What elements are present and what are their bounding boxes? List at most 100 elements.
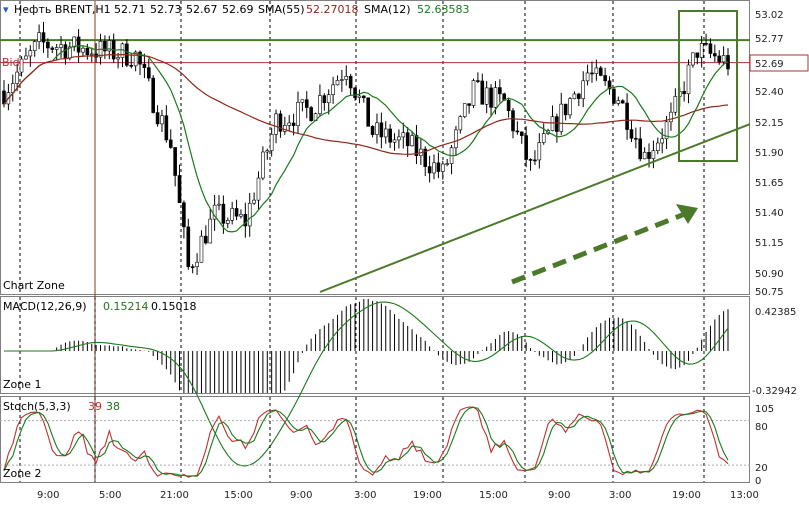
candle-body bbox=[186, 226, 191, 267]
stoch-tick: 105 bbox=[755, 404, 774, 415]
candle-body bbox=[695, 52, 700, 58]
candle-body bbox=[467, 103, 471, 106]
candle-body bbox=[427, 166, 432, 174]
candle-body bbox=[304, 99, 309, 108]
chart-canvas[interactable]: ▾ Нефть BRENT,H1 52.71 52.73 52.67 52.69… bbox=[0, 0, 809, 511]
candle-body bbox=[28, 50, 33, 57]
candle-body bbox=[717, 55, 722, 63]
candle-body bbox=[533, 159, 537, 162]
candle-body bbox=[458, 116, 463, 131]
candle-body bbox=[256, 177, 261, 201]
candle-body bbox=[24, 55, 28, 60]
candle-body bbox=[362, 95, 366, 99]
candle-body bbox=[190, 266, 195, 268]
stoch-d-value: 38 bbox=[106, 400, 120, 413]
candle-body bbox=[239, 214, 243, 217]
candle-body bbox=[392, 139, 397, 143]
candle-body bbox=[625, 102, 629, 130]
candle-body bbox=[221, 203, 226, 224]
candle-body bbox=[225, 220, 230, 224]
candle-body bbox=[673, 96, 678, 113]
candle-body bbox=[230, 208, 234, 221]
candle-body bbox=[462, 103, 467, 117]
candle-body bbox=[322, 95, 327, 104]
candle-body bbox=[177, 175, 182, 203]
candle-body bbox=[713, 53, 717, 57]
y-tick: 52.15 bbox=[755, 118, 784, 129]
candle-body bbox=[318, 95, 322, 115]
x-tick: 3:00 bbox=[609, 490, 631, 501]
candle-body bbox=[476, 80, 480, 82]
x-tick: 21:00 bbox=[160, 490, 189, 501]
stoch-title: Stoch(5,3,3) bbox=[3, 400, 71, 413]
candle-body bbox=[375, 122, 379, 135]
stoch-tick: 0 bbox=[755, 476, 761, 487]
candle-body bbox=[454, 129, 458, 149]
candle-body bbox=[234, 208, 239, 217]
zone2-label: Zone 2 bbox=[3, 467, 42, 480]
x-tick: 9:00 bbox=[290, 490, 312, 501]
candle-body bbox=[572, 93, 577, 100]
candle-body bbox=[204, 235, 208, 244]
header-symbol: Нефть BRENT,H1 bbox=[14, 3, 111, 16]
candle-body bbox=[647, 151, 651, 159]
candle-body bbox=[541, 133, 546, 143]
header-low: 52.67 bbox=[186, 3, 218, 16]
candle-body bbox=[265, 150, 270, 153]
x-tick: 13:00 bbox=[730, 490, 759, 501]
candle-body bbox=[340, 79, 344, 81]
candle-body bbox=[480, 80, 485, 105]
candle-body bbox=[603, 75, 607, 82]
candle-body bbox=[10, 83, 15, 93]
candle-body bbox=[41, 32, 46, 43]
candle-body bbox=[493, 87, 498, 108]
candle-body bbox=[168, 139, 173, 148]
stoch-tick: 20 bbox=[755, 463, 768, 474]
candle-body bbox=[353, 87, 357, 98]
y-tick: 51.90 bbox=[755, 148, 784, 159]
header-close: 52.69 bbox=[222, 3, 254, 16]
candle-body bbox=[620, 100, 625, 104]
candle-body bbox=[401, 132, 406, 138]
candle-body bbox=[261, 151, 265, 179]
y-tick: 50.75 bbox=[755, 287, 784, 298]
candle-body bbox=[651, 150, 656, 159]
stoch-k-value: 39 bbox=[88, 400, 102, 413]
macd-title: MACD(12,26,9) bbox=[3, 300, 87, 313]
candle-body bbox=[577, 93, 581, 99]
candle-body bbox=[704, 43, 708, 45]
candle-body bbox=[81, 47, 85, 53]
candle-body bbox=[691, 52, 695, 66]
current-price-label: 52.69 bbox=[755, 59, 784, 70]
candle-body bbox=[515, 130, 520, 133]
candle-body bbox=[498, 87, 502, 95]
symbol-icon: ▾ bbox=[3, 3, 9, 16]
header-sma-slow-value: 52.27018 bbox=[306, 3, 359, 16]
candle-body bbox=[511, 110, 515, 132]
candle-body bbox=[72, 36, 77, 48]
candle-body bbox=[414, 135, 419, 156]
candle-body bbox=[335, 80, 340, 86]
header-open: 52.71 bbox=[114, 3, 146, 16]
candle-body bbox=[484, 87, 489, 105]
candle-body bbox=[682, 91, 686, 95]
candle-body bbox=[129, 64, 134, 67]
candle-body bbox=[432, 162, 436, 174]
header-sma-fast-name: SMA(12) bbox=[364, 3, 411, 16]
candle-body bbox=[19, 58, 24, 73]
candle-body bbox=[208, 218, 213, 244]
candle-body bbox=[195, 261, 199, 267]
candle-body bbox=[506, 99, 511, 111]
x-tick: 9:00 bbox=[37, 490, 59, 501]
candle-body bbox=[379, 122, 384, 138]
candle-body bbox=[519, 131, 524, 136]
candle-body bbox=[252, 199, 256, 204]
candle-body bbox=[594, 67, 599, 74]
candle-body bbox=[326, 94, 331, 104]
y-tick: 51.65 bbox=[755, 178, 784, 189]
candle-body bbox=[357, 95, 362, 98]
candle-body bbox=[291, 122, 296, 126]
candle-body bbox=[296, 102, 300, 126]
candle-body bbox=[528, 159, 533, 161]
candle-body bbox=[559, 103, 564, 132]
